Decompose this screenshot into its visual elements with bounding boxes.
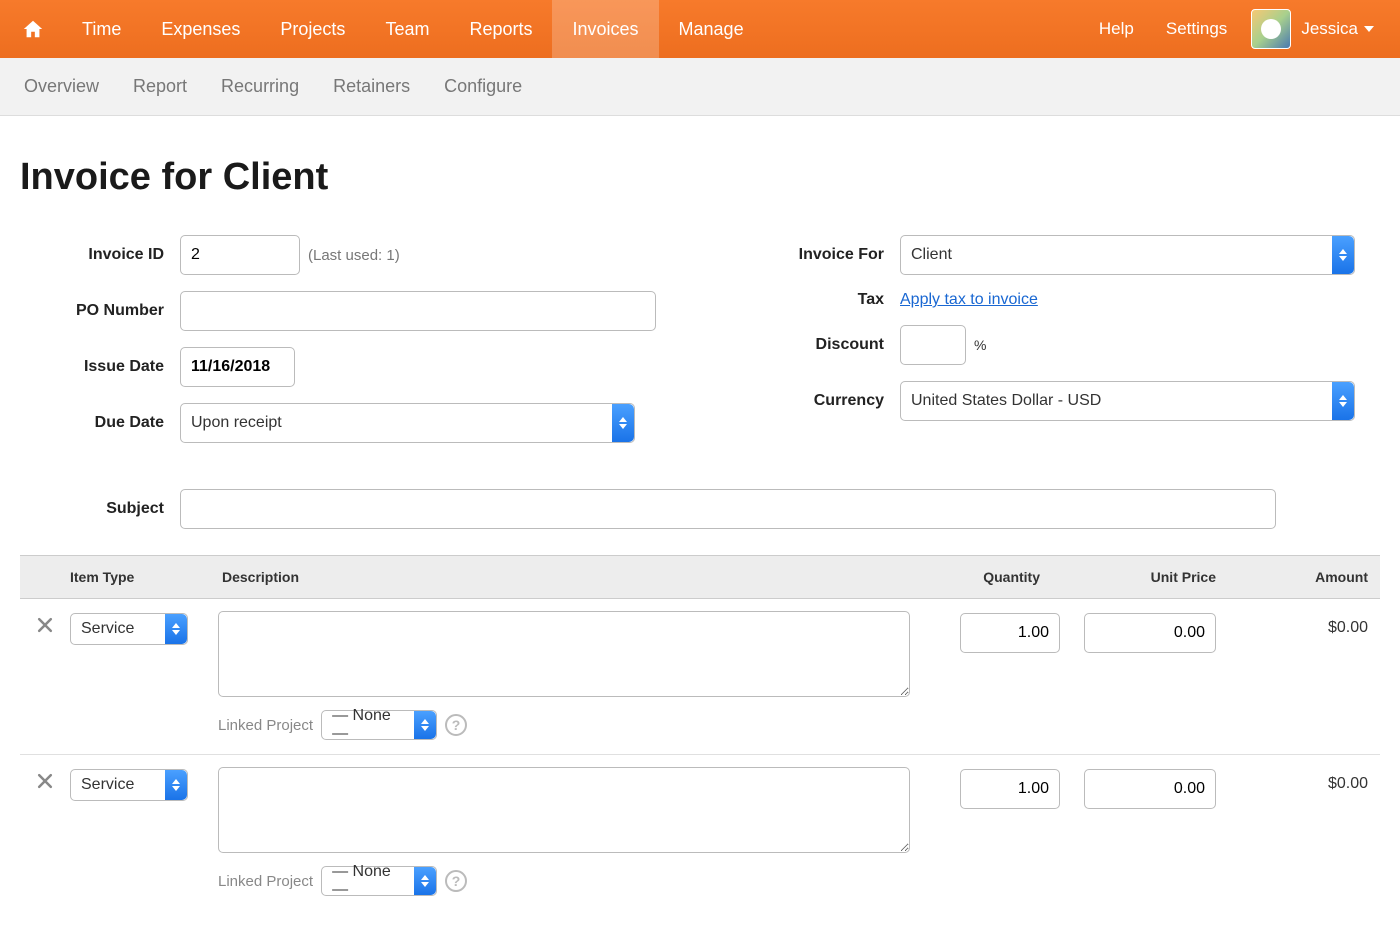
remove-row-button[interactable] [20,767,70,791]
linked-project-label: Linked Project [218,873,313,890]
nav-item-expenses[interactable]: Expenses [141,0,260,58]
item-type-value: Service [81,620,134,638]
chevron-down-icon [1364,26,1374,32]
po-number-input[interactable] [180,291,656,331]
unit-price-input[interactable] [1084,769,1216,809]
table-row: Service Linked Project — None — ? $0.00 [20,755,1380,910]
select-button-icon [1332,236,1354,274]
main: Invoice for Client Invoice ID (Last used… [0,116,1400,930]
subnav-overview[interactable]: Overview [24,76,99,97]
invoice-for-value: Client [911,246,952,264]
form-col-left: Invoice ID (Last used: 1) PO Number Issu… [20,235,660,459]
select-button-icon [414,867,436,895]
tax-label: Tax [740,291,900,309]
subject-input[interactable] [180,489,1276,529]
invoice-id-hint: (Last used: 1) [308,247,400,264]
nav-item-projects[interactable]: Projects [260,0,365,58]
avatar[interactable] [1251,9,1291,49]
issue-date-label: Issue Date [20,358,180,376]
table-header: Item Type Description Quantity Unit Pric… [20,555,1380,599]
amount-value: $0.00 [1220,611,1380,637]
description-textarea[interactable] [218,611,910,697]
select-button-icon [165,614,187,644]
top-nav-right: Help Settings Jessica [1085,0,1392,58]
help-icon[interactable]: ? [445,870,467,892]
linked-project-value: — None — [332,707,406,743]
linked-project-select[interactable]: — None — [321,866,437,896]
top-nav-left: Time Expenses Projects Team Reports Invo… [8,0,764,58]
description-textarea[interactable] [218,767,910,853]
nav-item-manage[interactable]: Manage [659,0,764,58]
header-amount: Amount [1220,569,1380,585]
due-date-select[interactable]: Upon receipt [180,403,635,443]
invoice-id-label: Invoice ID [20,246,180,264]
header-quantity: Quantity [940,569,1080,585]
header-unit-price: Unit Price [1080,569,1220,585]
help-icon[interactable]: ? [445,714,467,736]
nav-item-reports[interactable]: Reports [449,0,552,58]
currency-select[interactable]: United States Dollar - USD [900,381,1355,421]
select-button-icon [165,770,187,800]
unit-price-input[interactable] [1084,613,1216,653]
due-date-value: Upon receipt [191,414,282,432]
po-number-label: PO Number [20,302,180,320]
form-col-right: Invoice For Client Tax Apply tax to invo… [740,235,1380,459]
select-button-icon [612,404,634,442]
discount-suffix: % [974,337,986,353]
top-nav: Time Expenses Projects Team Reports Invo… [0,0,1400,58]
quantity-input[interactable] [960,769,1060,809]
sub-nav: Overview Report Recurring Retainers Conf… [0,58,1400,116]
item-type-select[interactable]: Service [70,769,188,801]
issue-date-input[interactable] [180,347,295,387]
item-type-value: Service [81,776,134,794]
linked-project-value: — None — [332,863,406,899]
subject-label: Subject [20,500,180,518]
select-button-icon [1332,382,1354,420]
subnav-retainers[interactable]: Retainers [333,76,410,97]
header-description: Description [218,569,940,585]
table-row: Service Linked Project — None — ? $0.00 [20,599,1380,755]
home-icon[interactable] [8,0,62,58]
discount-input[interactable] [900,325,966,365]
invoice-for-select[interactable]: Client [900,235,1355,275]
invoice-for-label: Invoice For [740,246,900,264]
header-item-type: Item Type [70,569,218,585]
invoice-id-input[interactable] [180,235,300,275]
linked-project-select[interactable]: — None — [321,710,437,740]
form-top: Invoice ID (Last used: 1) PO Number Issu… [20,235,1380,459]
amount-value: $0.00 [1220,767,1380,793]
nav-item-invoices[interactable]: Invoices [552,0,658,58]
subnav-recurring[interactable]: Recurring [221,76,299,97]
linked-project-label: Linked Project [218,717,313,734]
nav-settings[interactable]: Settings [1152,0,1241,58]
currency-value: United States Dollar - USD [911,392,1101,410]
select-button-icon [414,711,436,739]
due-date-label: Due Date [20,414,180,432]
subnav-configure[interactable]: Configure [444,76,522,97]
apply-tax-link[interactable]: Apply tax to invoice [900,291,1038,309]
quantity-input[interactable] [960,613,1060,653]
item-type-select[interactable]: Service [70,613,188,645]
discount-label: Discount [740,336,900,354]
user-name: Jessica [1301,19,1358,39]
subnav-report[interactable]: Report [133,76,187,97]
currency-label: Currency [740,392,900,410]
user-menu[interactable]: Jessica [1301,19,1374,39]
remove-row-button[interactable] [20,611,70,635]
nav-item-time[interactable]: Time [62,0,141,58]
page-title: Invoice for Client [20,156,1380,199]
nav-help[interactable]: Help [1085,0,1148,58]
nav-item-team[interactable]: Team [365,0,449,58]
